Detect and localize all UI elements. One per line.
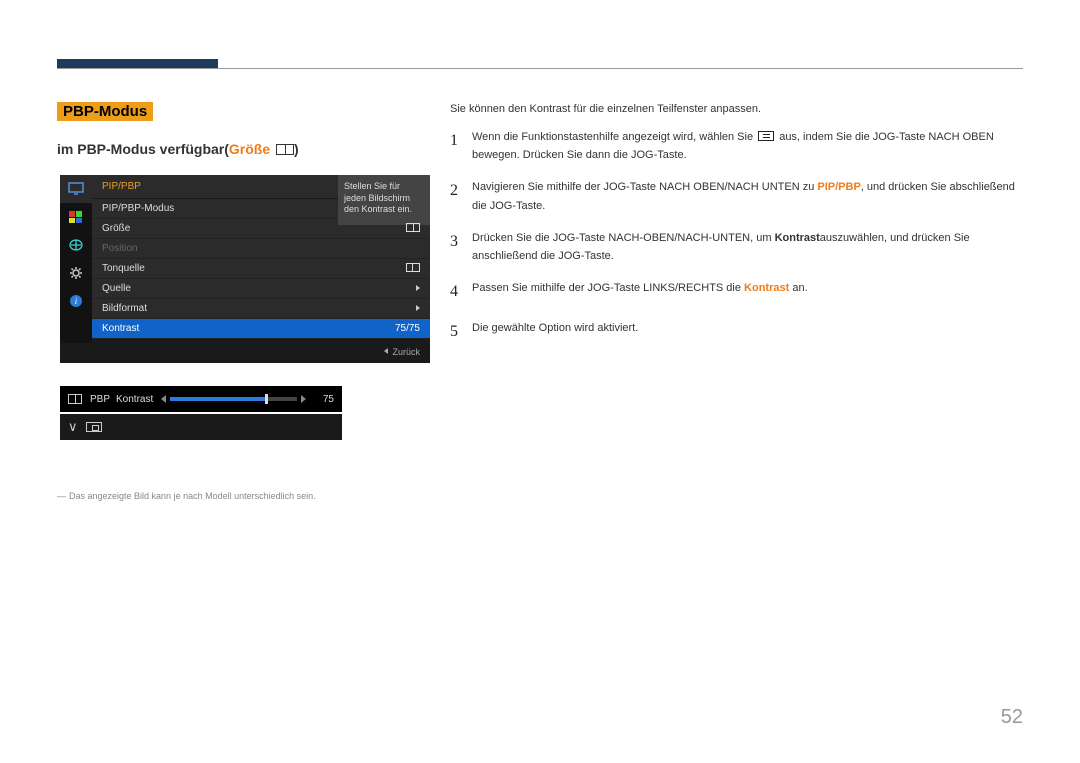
step-4: 4Passen Sie mithilfe der JOG-Taste LINKS…	[450, 279, 1023, 305]
step-text: Wenn die Funktionstastenhilfe angezeigt …	[472, 128, 1023, 164]
pbp-size-icon	[276, 144, 294, 155]
contrast-slider-bar: PBP Kontrast 75	[60, 386, 342, 412]
page-title: PBP-Modus	[57, 102, 153, 121]
instructions-column: Sie können den Kontrast für die einzelne…	[450, 100, 1023, 360]
osd-row-label: Kontrast	[102, 323, 380, 334]
highlight-bold: Kontrast	[775, 232, 820, 244]
slider-track[interactable]	[170, 397, 297, 401]
step-text: Die gewählte Option wird aktiviert.	[472, 319, 1023, 345]
step-text: Navigieren Sie mithilfe der JOG-Taste NA…	[472, 178, 1023, 214]
osd-row-value	[380, 303, 420, 314]
step-text: Drücken Sie die JOG-Taste NACH-OBEN/NACH…	[472, 229, 1023, 265]
footnote: ―Das angezeigte Bild kann je nach Modell…	[57, 491, 316, 501]
sidebar-color-icon	[60, 203, 92, 231]
osd-menu-screenshot: i Stellen Sie für jeden Bildschirm den K…	[60, 175, 430, 363]
osd-row-tonquelle[interactable]: Tonquelle	[92, 259, 430, 279]
step-5: 5Die gewählte Option wird aktiviert.	[450, 319, 1023, 345]
sidebar-settings-icon	[60, 259, 92, 287]
footnote-text: Das angezeigte Bild kann je nach Modell …	[69, 491, 316, 501]
step-3: 3Drücken Sie die JOG-Taste NACH-OBEN/NAC…	[450, 229, 1023, 265]
slider-right-arrow-icon	[301, 395, 306, 403]
step-1: 1Wenn die Funktionstastenhilfe angezeigt…	[450, 128, 1023, 164]
intro-text: Sie können den Kontrast für die einzelne…	[450, 100, 1023, 118]
highlight-orange: Kontrast	[744, 282, 789, 294]
osd-row-position[interactable]: Position	[92, 239, 430, 259]
osd-row-label: Tonquelle	[102, 263, 380, 274]
osd-row-label: Quelle	[102, 283, 380, 294]
pip-return-icon	[86, 422, 102, 432]
pbp-mode-icon	[68, 394, 82, 404]
back-arrow-icon	[384, 348, 388, 354]
page-subtitle: im PBP-Modus verfügbar(Größe )	[57, 141, 299, 157]
osd-row-label: Position	[102, 243, 380, 254]
pbp-icon	[406, 223, 420, 232]
step-number: 4	[450, 279, 472, 305]
step-2: 2Navigieren Sie mithilfe der JOG-Taste N…	[450, 178, 1023, 214]
sidebar-picture-icon	[60, 175, 92, 203]
sidebar-info-icon: i	[60, 287, 92, 315]
down-chevron-icon: ∨	[68, 419, 78, 435]
osd-row-value	[380, 283, 420, 294]
subtitle-orange: Größe	[229, 141, 270, 157]
step-number: 2	[450, 178, 472, 214]
osd-back-label: Zurück	[392, 347, 420, 357]
sidebar-empty	[60, 315, 92, 343]
osd-back-row: Zurück	[60, 343, 430, 363]
step-number: 3	[450, 229, 472, 265]
menu-icon	[758, 131, 774, 141]
subtitle-suffix: )	[294, 141, 299, 157]
slider-mode-label: PBP	[90, 394, 110, 405]
slider-label: Kontrast	[116, 394, 153, 405]
pbp-var-icon	[406, 263, 420, 272]
header-rule	[57, 68, 1023, 69]
osd-row-value	[380, 263, 420, 275]
highlight-orange: PIP/PBP	[817, 181, 860, 193]
osd-info-panel: Stellen Sie für jeden Bildschirm den Kon…	[338, 175, 430, 225]
slider-value: 75	[314, 394, 334, 405]
osd-row-bildformat[interactable]: Bildformat	[92, 299, 430, 319]
submenu-arrow-icon	[416, 305, 420, 311]
osd-main: Stellen Sie für jeden Bildschirm den Kon…	[92, 175, 430, 339]
sidebar-pip-icon	[60, 231, 92, 259]
slider-left-arrow-icon	[161, 395, 166, 403]
submenu-arrow-icon	[416, 285, 420, 291]
osd-row-quelle[interactable]: Quelle	[92, 279, 430, 299]
step-number: 1	[450, 128, 472, 164]
subtitle-prefix: im PBP-Modus verfügbar(	[57, 141, 229, 157]
step-number: 5	[450, 319, 472, 345]
page-number: 52	[1001, 706, 1023, 729]
osd-row-value: 75/75	[380, 323, 420, 334]
osd-row-label: Bildformat	[102, 303, 380, 314]
osd-sidebar: i	[60, 175, 92, 343]
osd-row-kontrast[interactable]: Kontrast75/75	[92, 319, 430, 339]
step-text: Passen Sie mithilfe der JOG-Taste LINKS/…	[472, 279, 1023, 305]
key-guide-bar: ∨	[60, 414, 342, 440]
